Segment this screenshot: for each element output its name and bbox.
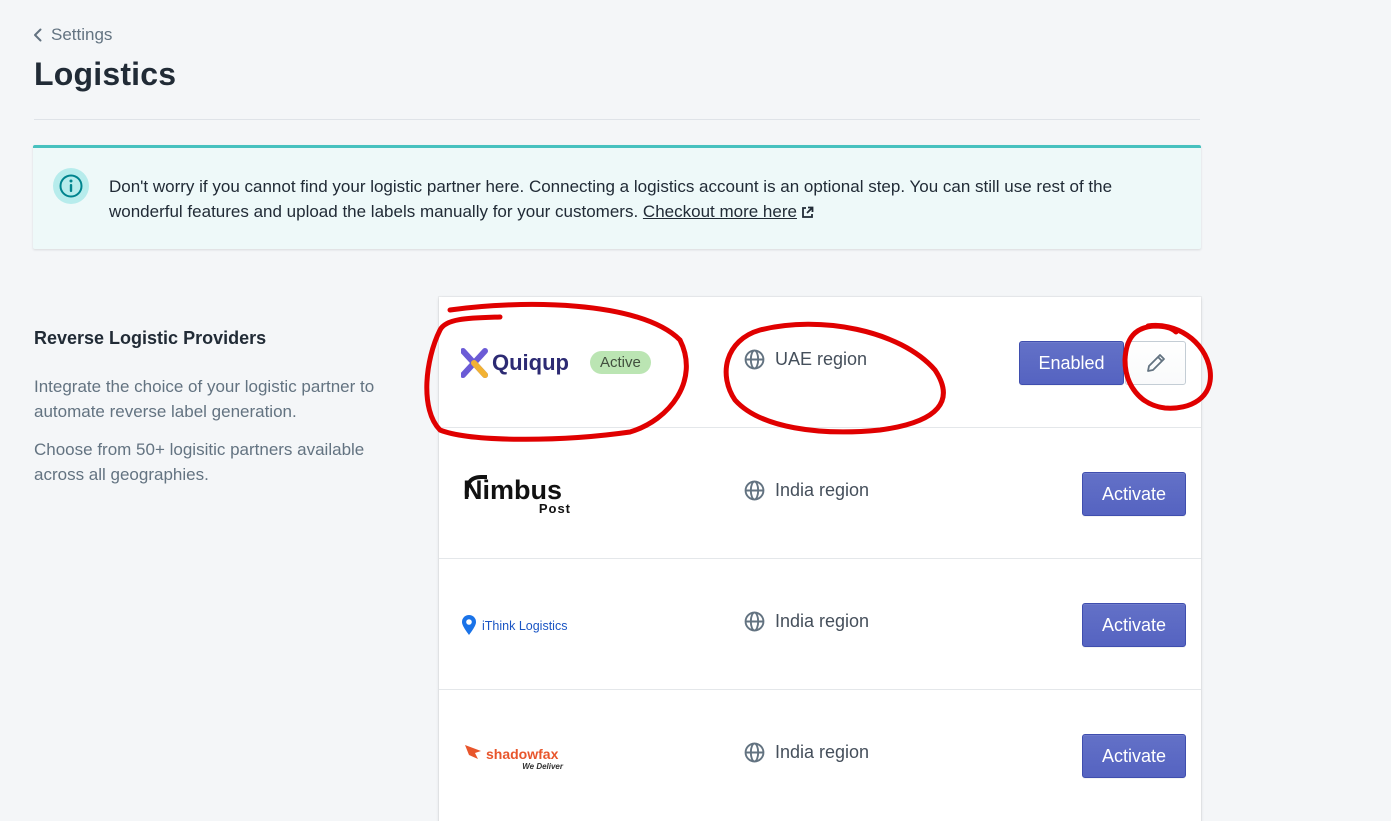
region-info: UAE region <box>744 349 867 370</box>
globe-icon <box>744 611 765 632</box>
activate-button[interactable]: Activate <box>1082 472 1186 516</box>
status-badge: Active <box>590 351 651 374</box>
provider-row-shadowfax: shadowfax We Deliver India region Activa… <box>439 690 1201 821</box>
page-title: Logistics <box>34 56 177 92</box>
globe-icon <box>744 349 765 370</box>
globe-icon <box>744 742 765 763</box>
shadowfax-logo: shadowfax We Deliver <box>461 741 571 776</box>
quiqup-logo-text: Quiqup <box>492 350 569 375</box>
enabled-button[interactable]: Enabled <box>1019 341 1124 385</box>
region-info: India region <box>744 742 869 763</box>
banner-message: Don't worry if you cannot find your logi… <box>109 174 1169 224</box>
banner-text: Don't worry if you cannot find your logi… <box>109 177 1113 221</box>
region-label: India region <box>775 742 870 762</box>
globe-icon <box>744 480 765 501</box>
checkout-more-link-label: Checkout more here <box>642 202 797 221</box>
region-label: UAE region <box>775 349 868 369</box>
nimbus-post-logo: Nimbus Post <box>461 471 577 520</box>
provider-row-quiqup: Quiqup Active UAE region Enabled <box>439 297 1201 428</box>
region-info: India region <box>744 480 869 501</box>
breadcrumb-back-settings[interactable]: Settings <box>31 25 112 45</box>
ithink-logo-text: iThink Logistics <box>482 619 567 633</box>
nimbus-logo-sub: Post <box>539 501 571 515</box>
activate-button[interactable]: Activate <box>1082 734 1186 778</box>
info-banner: Don't worry if you cannot find your logi… <box>33 145 1201 249</box>
ithink-logistics-logo: iThink Logistics <box>461 615 581 642</box>
shadowfax-logo-sub: We Deliver <box>522 762 564 771</box>
external-link-icon <box>802 206 814 218</box>
checkout-more-link[interactable]: Checkout more here <box>643 202 814 221</box>
providers-card: Quiqup Active UAE region Enabled Nimbus … <box>439 297 1201 821</box>
provider-row-nimbus: Nimbus Post India region Activate <box>439 428 1201 559</box>
activate-button[interactable]: Activate <box>1082 603 1186 647</box>
shadowfax-logo-text: shadowfax <box>486 746 559 762</box>
edit-button[interactable] <box>1125 341 1186 385</box>
section-title: Reverse Logistic Providers <box>34 328 267 348</box>
chevron-left-icon <box>34 28 42 42</box>
section-description-2: Choose from 50+ logisitic partners avail… <box>34 440 365 484</box>
provider-row-ithink: iThink Logistics India region Activate <box>439 559 1201 690</box>
region-label: India region <box>775 611 870 631</box>
breadcrumb-label: Settings <box>51 25 113 44</box>
region-label: India region <box>775 480 870 500</box>
region-info: India region <box>744 611 869 632</box>
quiqup-logo: Quiqup <box>460 348 573 383</box>
pencil-icon <box>1146 354 1165 372</box>
info-circle-icon <box>53 168 89 204</box>
header-divider <box>34 119 1200 120</box>
section-description-1: Integrate the choice of your logistic pa… <box>34 377 375 421</box>
